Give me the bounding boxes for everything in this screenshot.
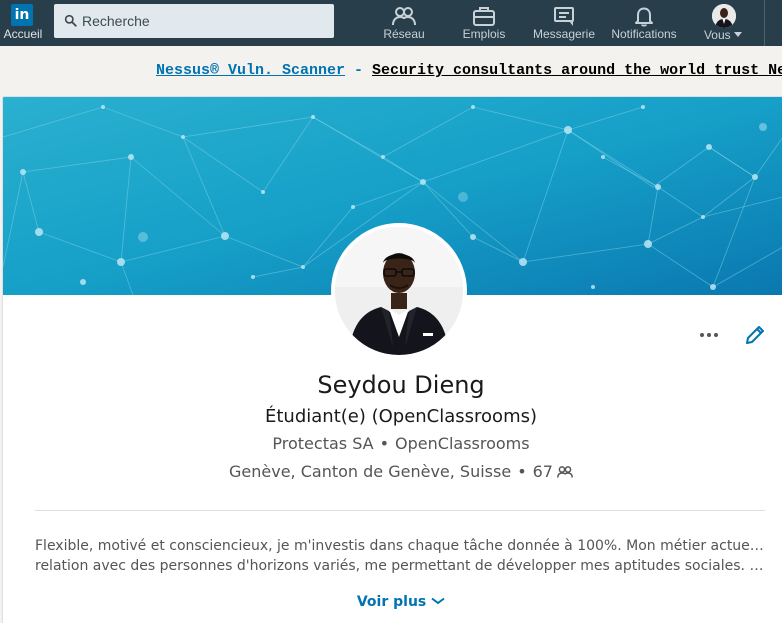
briefcase-icon	[473, 7, 495, 26]
nav-label-me: Vous	[690, 28, 756, 42]
home-label: Accueil	[3, 27, 43, 41]
search-box[interactable]	[54, 4, 334, 38]
profile-location: Genève, Canton de Genève, Suisse	[229, 462, 512, 481]
see-more-button[interactable]: Voir plus	[3, 594, 782, 610]
nav-item-messaging[interactable]: Messagerie	[524, 0, 604, 46]
nav-label-network: Réseau	[383, 27, 425, 41]
nav-label-notifications: Notifications	[611, 27, 677, 41]
profile-card: Seydou Dieng Étudiant(e) (OpenClassrooms…	[2, 96, 782, 623]
separator-dot: •	[379, 434, 390, 453]
separator-dot: •	[517, 462, 527, 481]
section-divider	[35, 510, 765, 511]
chevron-down-icon	[431, 597, 445, 605]
nav-item-notifications[interactable]: Notifications	[604, 0, 684, 46]
ad-text[interactable]: Nessus® Vuln. Scanner - Security consult…	[156, 62, 782, 79]
profile-location-line: Genève, Canton de Genève, Suisse • 67	[3, 462, 782, 481]
profile-photo[interactable]	[331, 223, 467, 359]
nav-item-me[interactable]: Vous	[690, 0, 756, 46]
search-input[interactable]	[82, 4, 332, 38]
network-icon	[392, 7, 416, 26]
summary-line-2: relation avec des personnes d'horizons v…	[35, 558, 765, 574]
nav-label-jobs: Emplois	[462, 27, 506, 41]
connections-icon	[557, 466, 573, 478]
edit-profile-button[interactable]	[743, 323, 767, 347]
ad-separator: -	[345, 62, 373, 79]
caret-down-icon	[734, 32, 743, 37]
nav-divider	[764, 0, 765, 46]
avatar	[712, 4, 736, 28]
messaging-icon	[554, 7, 574, 26]
bell-icon	[635, 7, 653, 27]
nav-item-jobs[interactable]: Emplois	[444, 0, 524, 46]
ad-banner[interactable]: Nessus® Vuln. Scanner - Security consult…	[0, 46, 782, 96]
profile-name: Seydou Dieng	[317, 371, 485, 399]
connections-link[interactable]: 67	[533, 462, 573, 481]
linkedin-logo-icon: in	[11, 4, 33, 26]
see-more-label: Voir plus	[356, 594, 427, 610]
connections-count: 67	[532, 462, 553, 481]
nav-item-network[interactable]: Réseau	[364, 0, 444, 46]
company-education[interactable]: OpenClassrooms	[395, 434, 530, 453]
home-nav-item[interactable]: in Accueil	[0, 0, 46, 46]
ad-message-link[interactable]: Security consultants around the world tr…	[372, 62, 782, 79]
top-navigation-bar: in Accueil Réseau Emplois M	[0, 0, 782, 46]
profile-summary: Flexible, motivé et consciencieux, je m'…	[35, 536, 765, 576]
nav-label-messaging: Messagerie	[532, 27, 596, 41]
ellipsis-icon	[700, 333, 718, 337]
company-current[interactable]: Protectas SA	[272, 434, 373, 453]
profile-headline: Étudiant(e) (OpenClassrooms)	[264, 406, 538, 427]
search-icon	[64, 14, 77, 27]
profile-companies: Protectas SA • OpenClassrooms	[3, 434, 782, 453]
pencil-icon	[746, 326, 764, 344]
summary-line-1: Flexible, motivé et consciencieux, je m'…	[35, 538, 765, 554]
more-actions-button[interactable]	[697, 323, 721, 347]
ad-brand-link[interactable]: Nessus® Vuln. Scanner	[156, 62, 345, 79]
